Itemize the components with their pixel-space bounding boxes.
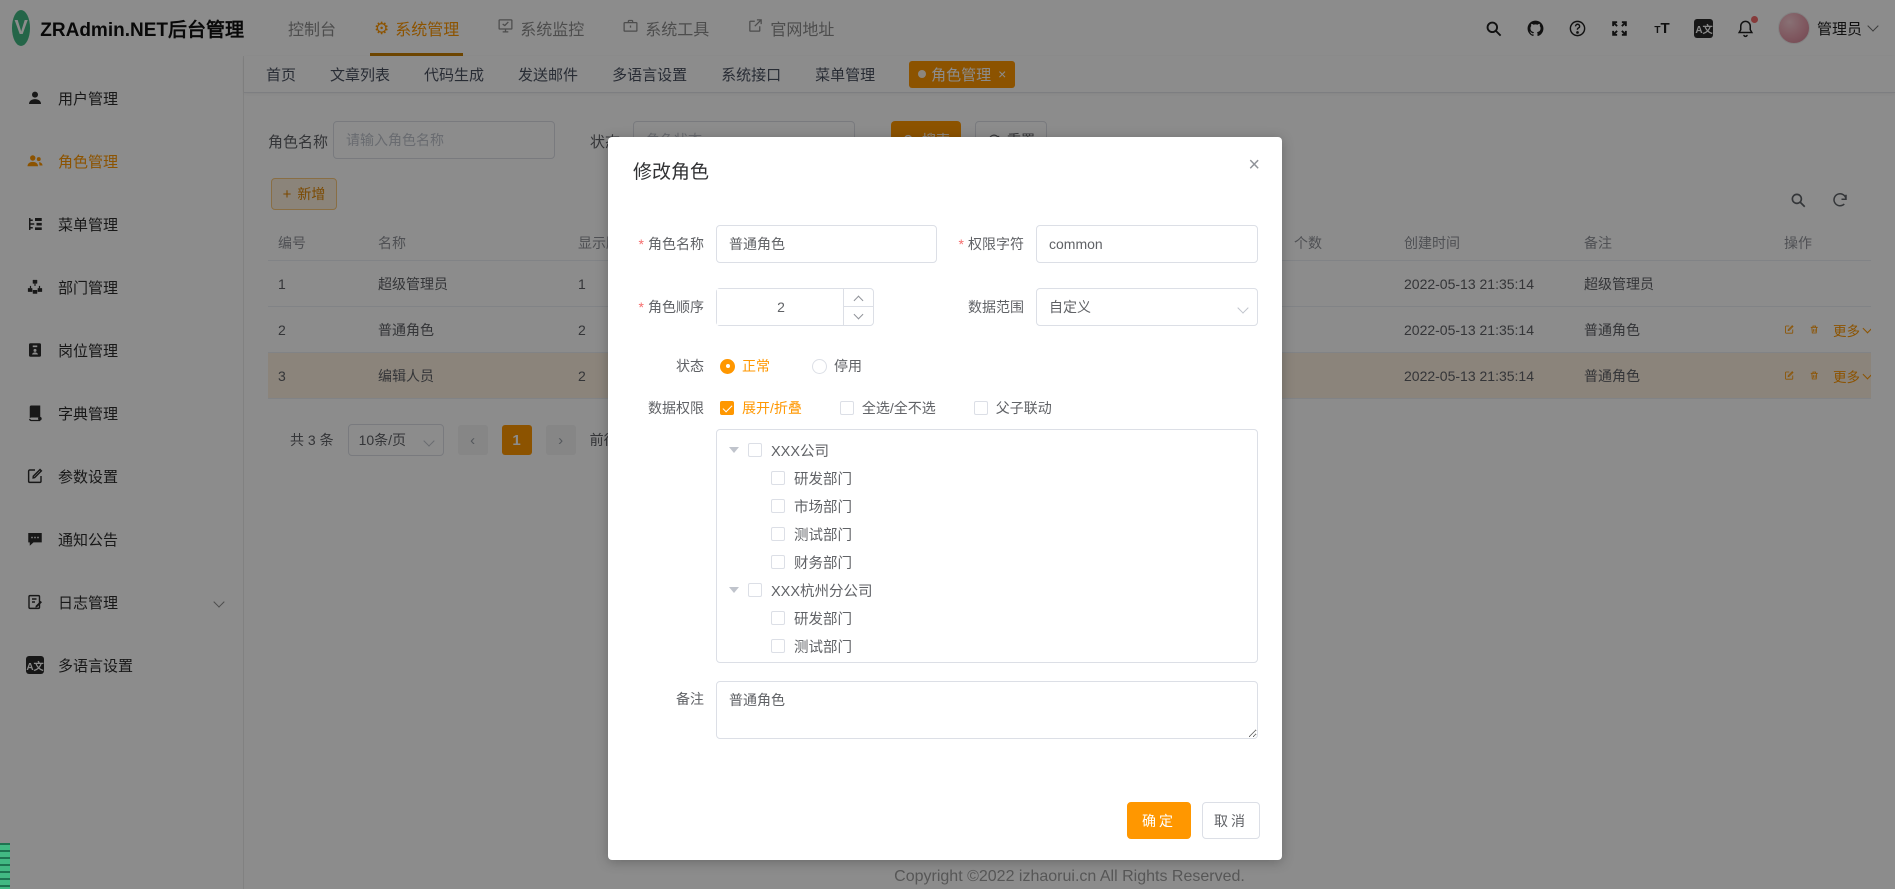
data-scope-select[interactable]: 自定义	[1036, 288, 1258, 326]
tree-node-label: 市场部门	[794, 496, 852, 517]
role-name-input[interactable]	[716, 225, 937, 263]
checkbox-icon[interactable]	[748, 443, 762, 457]
checkbox-icon	[840, 401, 854, 415]
checkbox-icon[interactable]	[748, 583, 762, 597]
parent-child-link-checkbox[interactable]: 父子联动	[974, 398, 1052, 418]
radio-icon	[720, 359, 735, 374]
close-icon[interactable]: ×	[1248, 155, 1260, 175]
checkbox-icon	[974, 401, 988, 415]
data-scope-label: 数据范围	[874, 297, 1024, 317]
tree-node-label: 测试部门	[794, 524, 852, 545]
radio-label: 正常	[742, 356, 770, 376]
tree-expand-icon[interactable]	[729, 447, 739, 453]
tree-node-dept[interactable]: 市场部门	[717, 492, 1257, 520]
role-name-label: 角色名称	[608, 234, 704, 254]
checkbox-label: 展开/折叠	[742, 398, 802, 418]
status-radio-normal[interactable]: 正常	[720, 356, 770, 376]
tree-expand-icon[interactable]	[729, 587, 739, 593]
checkbox-icon[interactable]	[771, 527, 785, 541]
status-radio-disabled[interactable]: 停用	[812, 356, 862, 376]
data-permission-label: 数据权限	[608, 398, 704, 418]
app-root: V ZRAdmin.NET后台管理 控制台 ⚙ 系统管理 系统监控 系统工具	[0, 0, 1895, 889]
tree-node-dept[interactable]: 财务部门	[717, 548, 1257, 576]
checkbox-icon[interactable]	[771, 471, 785, 485]
checkbox-icon[interactable]	[771, 639, 785, 653]
tree-node-label: 研发部门	[794, 468, 852, 489]
tree-node-label: XXX杭州分公司	[771, 580, 873, 601]
tree-node-dept[interactable]: 研发部门	[717, 464, 1257, 492]
tree-node-dept[interactable]: 测试部门	[717, 632, 1257, 660]
remark-label: 备注	[608, 689, 704, 709]
tree-node-label: 财务部门	[794, 552, 852, 573]
role-key-input[interactable]	[1036, 225, 1258, 263]
tree-node-label: 测试部门	[794, 636, 852, 657]
department-tree: XXX公司 研发部门 市场部门 测试部门 财务部门 XXX杭州分公司	[716, 429, 1258, 663]
role-order-stepper	[716, 288, 874, 326]
status-label: 状态	[608, 356, 704, 376]
modal-title: 修改角色	[633, 157, 709, 184]
stepper-down-button[interactable]	[843, 306, 873, 325]
data-scope-value: 自定义	[1049, 297, 1091, 317]
checkbox-label: 父子联动	[996, 398, 1052, 418]
radio-label: 停用	[834, 356, 862, 376]
radio-icon	[812, 359, 827, 374]
role-order-label: 角色顺序	[608, 297, 704, 317]
chevron-down-icon	[1237, 302, 1248, 313]
edit-role-modal: 修改角色 × 角色名称 权限字符 角色顺序 数据范围 自定义 状态	[608, 137, 1282, 860]
corner-devtool-badge[interactable]	[0, 843, 10, 889]
checkbox-icon[interactable]	[771, 499, 785, 513]
checkbox-icon	[720, 401, 734, 415]
tree-node-branch-company[interactable]: XXX杭州分公司	[717, 576, 1257, 604]
confirm-button[interactable]: 确定	[1127, 802, 1191, 839]
tree-node-dept[interactable]: 研发部门	[717, 604, 1257, 632]
checkbox-label: 全选/全不选	[862, 398, 936, 418]
checkbox-icon[interactable]	[771, 611, 785, 625]
checkbox-icon[interactable]	[771, 555, 785, 569]
cancel-button[interactable]: 取消	[1202, 802, 1260, 839]
role-key-label: 权限字符	[937, 234, 1024, 254]
role-order-input[interactable]	[717, 289, 845, 325]
tree-node-label: 研发部门	[794, 608, 852, 629]
select-all-checkbox[interactable]: 全选/全不选	[840, 398, 936, 418]
tree-node-dept[interactable]: 测试部门	[717, 520, 1257, 548]
tree-node-label: XXX公司	[771, 440, 829, 461]
tree-node-company[interactable]: XXX公司	[717, 436, 1257, 464]
remark-textarea[interactable]: 普通角色	[716, 681, 1258, 739]
expand-collapse-checkbox[interactable]: 展开/折叠	[720, 398, 802, 418]
